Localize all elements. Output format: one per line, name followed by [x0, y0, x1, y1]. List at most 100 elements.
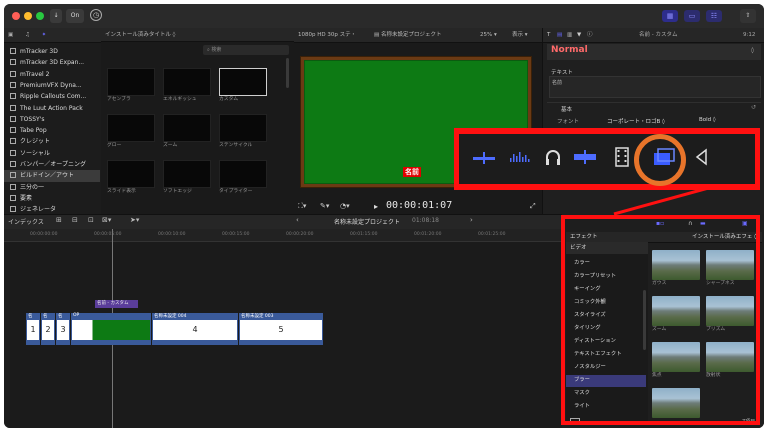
- search-input[interactable]: ⌕ 検索: [203, 45, 289, 55]
- connect-clip-icon[interactable]: ⊞: [56, 216, 62, 224]
- library-item-label: Ripple Callouts Com...: [20, 93, 87, 101]
- append-clip-icon[interactable]: ⊡: [88, 216, 94, 224]
- play-button[interactable]: ▸: [374, 202, 378, 211]
- library-item[interactable]: mTracker 3D: [4, 46, 100, 57]
- title-thumbnail[interactable]: ステンサイクル: [219, 114, 267, 150]
- timeline-clip[interactable]: 名3: [56, 313, 70, 345]
- timeline-clip[interactable]: 名1: [26, 313, 40, 345]
- import-button[interactable]: ↓: [50, 9, 62, 23]
- zoom-select[interactable]: 25% ▾: [480, 28, 497, 42]
- zoom-window-button[interactable]: [36, 12, 44, 20]
- title-thumbnail[interactable]: ズーム: [163, 114, 211, 150]
- insert-clip-icon[interactable]: ⊟: [72, 216, 78, 224]
- overwrite-clip-icon[interactable]: ⊠▾: [102, 216, 111, 224]
- view-menu[interactable]: 表示 ▾: [512, 28, 528, 42]
- grid-icon: ▦: [666, 12, 674, 20]
- download-icon: ↓: [53, 12, 59, 19]
- weight-select[interactable]: Bold ◊: [699, 117, 716, 123]
- timeline-clip[interactable]: 名称未設定 004 4: [152, 313, 238, 345]
- transitions-icon[interactable]: [694, 148, 708, 166]
- library-item[interactable]: Ripple Callouts Com...: [4, 91, 100, 102]
- text-inspector-icon[interactable]: ▤: [557, 28, 562, 42]
- select-tool-icon[interactable]: ➤▾: [130, 216, 139, 224]
- close-window-button[interactable]: [12, 12, 20, 20]
- index-button[interactable]: インデックス: [8, 217, 44, 226]
- library-item[interactable]: TOSSY's: [4, 114, 100, 125]
- solo-clip-icon[interactable]: [573, 148, 597, 166]
- generator-icon: [10, 206, 16, 213]
- preset-name: Normal: [551, 45, 588, 55]
- library-item[interactable]: バンパー／オープニング: [4, 159, 100, 170]
- library-item[interactable]: mTravel 2: [4, 69, 100, 80]
- library-item[interactable]: The Luut Action Pack: [4, 103, 100, 114]
- clip-label: OP: [73, 313, 80, 318]
- folder-icon: [10, 59, 16, 66]
- history-forward-icon[interactable]: ›: [470, 216, 473, 224]
- clip-thumbnail: 3: [57, 320, 69, 340]
- titles-icon[interactable]: ✦: [42, 32, 47, 38]
- text-field[interactable]: 名前: [549, 76, 761, 98]
- title-thumbnail[interactable]: エネルギッシュ: [163, 68, 211, 104]
- title-thumbnail[interactable]: カスタム: [219, 68, 267, 104]
- browser-scrollbar[interactable]: [286, 58, 289, 88]
- title-thumbnail[interactable]: タイプライター: [219, 160, 267, 196]
- reset-icon[interactable]: ↺: [751, 104, 756, 111]
- library-item[interactable]: ソーシャル: [4, 148, 100, 159]
- title-preview: [219, 114, 267, 142]
- speed-icon[interactable]: ◔▾: [340, 202, 350, 210]
- keyword-button[interactable]: On: [66, 9, 84, 23]
- library-item-label: The Luut Action Pack: [20, 104, 83, 112]
- music-icon[interactable]: ♫: [25, 32, 30, 38]
- history-back-icon[interactable]: ‹: [296, 216, 299, 224]
- minimize-window-button[interactable]: [24, 12, 32, 20]
- fullscreen-icon[interactable]: ⤢: [530, 202, 536, 211]
- library-item[interactable]: mTracker 3D Expan...: [4, 57, 100, 68]
- libraries-toggle[interactable]: ▦: [662, 10, 678, 22]
- background-tasks-button[interactable]: ◷: [90, 9, 102, 21]
- inspector-title: 名前 - カスタム: [639, 32, 678, 38]
- browser-header[interactable]: インストール済みタイトル ◊: [101, 28, 294, 42]
- callout-box: [454, 128, 760, 190]
- title-caption: カスタム: [219, 97, 239, 102]
- inspector-toggle[interactable]: ☷: [706, 10, 722, 22]
- viewer-project-title: ▤ 名称未設定プロジェクト: [374, 32, 442, 38]
- library-item-label: クレジット: [20, 138, 51, 146]
- video-inspector-icon[interactable]: ▥: [567, 28, 572, 42]
- timeline-clip[interactable]: 名称未設定 003 5: [239, 313, 323, 345]
- title-thumbnail[interactable]: アセンブラ: [107, 68, 155, 104]
- font-select[interactable]: コーポレート・ロゴB ◊: [607, 117, 665, 125]
- library-item-label: Tabe Pop: [20, 127, 47, 135]
- library-item[interactable]: クレジット: [4, 136, 100, 147]
- library-item[interactable]: ビルドイン／アウト: [4, 170, 100, 182]
- inspector-header: T ▤ ▥ ▼ ⓘ 名前 - カスタム 9:12: [543, 28, 764, 43]
- title-inspector-icon[interactable]: T: [547, 28, 550, 42]
- filter-icon[interactable]: ▼: [577, 28, 581, 42]
- title-caption: ソフトエッジ: [163, 189, 192, 194]
- camera-icon[interactable]: ▣: [8, 32, 13, 38]
- timeline-toggle[interactable]: ▭: [684, 10, 700, 22]
- timecode-display[interactable]: 00:00:01:07: [386, 200, 452, 211]
- share-button[interactable]: ⇧: [740, 9, 756, 23]
- preset-row[interactable]: Normal ◊: [547, 44, 761, 60]
- name-caption: 名前: [403, 167, 421, 177]
- library-item-label: 要素: [20, 194, 33, 202]
- title-thumbnail[interactable]: ソフトエッジ: [163, 160, 211, 196]
- audio-meters-icon: [473, 151, 497, 165]
- title-thumbnail[interactable]: グロー: [107, 114, 155, 150]
- library-item[interactable]: Tabe Pop: [4, 125, 100, 136]
- filmstrip-icon[interactable]: [615, 147, 629, 167]
- folder-icon: [10, 81, 16, 88]
- library-item[interactable]: 三分の一: [4, 182, 100, 193]
- timeline-clip[interactable]: 名2: [41, 313, 55, 345]
- enhance-icon[interactable]: ✎▾: [320, 202, 329, 210]
- title-thumbnail[interactable]: スライド表示: [107, 160, 155, 196]
- transform-icon[interactable]: ⛶▾: [298, 202, 306, 211]
- library-item-label: ソーシャル: [20, 149, 50, 157]
- library-item-label: mTracker 3D Expan...: [20, 59, 85, 67]
- info-icon[interactable]: ⓘ: [587, 28, 593, 42]
- headphones-icon[interactable]: [545, 148, 561, 166]
- library-item-label: mTravel 2: [20, 70, 50, 78]
- library-item[interactable]: 要素: [4, 193, 100, 204]
- timeline-clip[interactable]: OP: [71, 313, 151, 345]
- library-item[interactable]: PremiumVFX Dyna...: [4, 80, 100, 91]
